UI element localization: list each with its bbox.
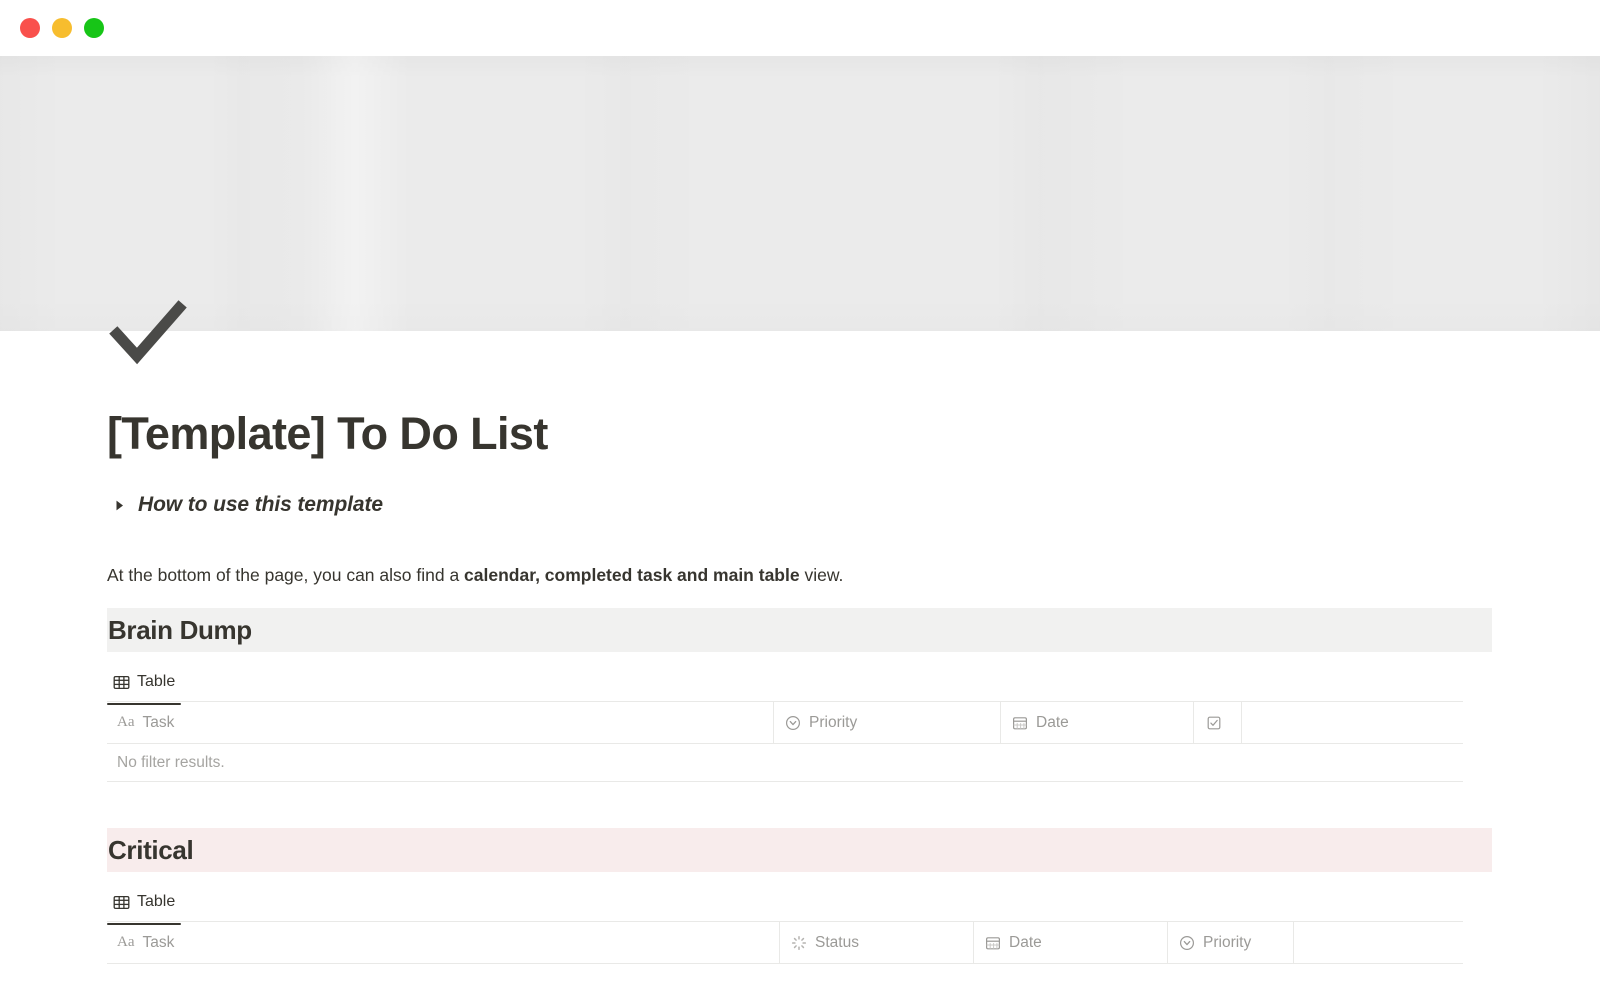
table-grid-icon [112, 673, 130, 691]
paragraph-tail: view. [799, 565, 844, 585]
column-header-task[interactable]: Aa Task [107, 922, 780, 963]
column-header-date[interactable]: Date [1001, 702, 1194, 743]
column-header-status[interactable]: Status [780, 922, 974, 963]
table-brain-dump: Aa Task Priority Date No filter results. [107, 701, 1463, 782]
column-header-label: Date [1036, 713, 1069, 731]
column-header-priority[interactable]: Priority [774, 702, 1001, 743]
calendar-icon [984, 934, 1001, 951]
window-titlebar [0, 0, 1600, 56]
column-header-checkbox[interactable] [1194, 702, 1242, 743]
maximize-window-button[interactable] [84, 18, 104, 38]
column-header-empty[interactable] [1294, 922, 1463, 963]
table-header-row: Aa Task Priority Date [107, 702, 1463, 744]
select-chevron-circle-icon [784, 714, 801, 731]
column-header-task[interactable]: Aa Task [107, 702, 774, 743]
checkbox-icon [1205, 714, 1222, 731]
page-body: [Template] To Do List How to use this te… [0, 56, 1600, 1000]
column-header-label: Status [815, 933, 859, 951]
table-empty-state-brain-dump: No filter results. [107, 744, 1463, 782]
column-header-date[interactable]: Date [974, 922, 1168, 963]
toggle-label: How to use this template [138, 493, 383, 516]
table-header-row: Aa Task Status Date Priority [107, 922, 1463, 964]
checkmark-icon[interactable] [107, 294, 189, 376]
column-header-label: Date [1009, 933, 1042, 951]
triangle-right-icon[interactable] [108, 494, 130, 516]
paragraph-bold: calendar, completed task and main table [464, 565, 800, 585]
column-header-label: Priority [1203, 933, 1252, 951]
column-header-label: Task [142, 713, 175, 731]
text-aa-icon: Aa [117, 714, 135, 730]
traffic-light-controls [20, 18, 104, 38]
column-header-label: Task [142, 933, 175, 951]
section-title: Brain Dump [108, 615, 252, 645]
section-heading-brain-dump: Brain Dump [107, 608, 1492, 652]
table-grid-icon [112, 893, 130, 911]
table-critical: Aa Task Status Date Priority [107, 921, 1463, 964]
close-window-button[interactable] [20, 18, 40, 38]
section-heading-critical: Critical [107, 828, 1492, 872]
column-header-empty[interactable] [1242, 702, 1463, 743]
minimize-window-button[interactable] [52, 18, 72, 38]
database-view-tabs-brain-dump: Table [107, 664, 182, 705]
section-title: Critical [108, 835, 194, 865]
database-view-tabs-critical: Table [107, 884, 182, 925]
toggle-how-to-use-this-template[interactable]: How to use this template [108, 490, 383, 520]
paragraph-lead: At the bottom of the page, you can also … [107, 565, 465, 585]
tab-table-brain-dump[interactable]: Table [107, 664, 182, 705]
empty-state-label: No filter results. [117, 753, 225, 771]
tab-table-critical[interactable]: Table [107, 884, 182, 925]
column-header-priority[interactable]: Priority [1168, 922, 1294, 963]
column-header-label: Priority [809, 713, 858, 731]
text-aa-icon: Aa [117, 934, 135, 950]
select-chevron-circle-icon [1178, 934, 1195, 951]
tab-label: Table [137, 893, 176, 910]
tab-label: Table [137, 673, 176, 690]
status-spinner-icon [790, 934, 807, 951]
page-title[interactable]: [Template] To Do List [107, 408, 548, 460]
intro-paragraph: At the bottom of the page, you can also … [107, 562, 843, 588]
calendar-icon [1011, 714, 1028, 731]
app-window: [Template] To Do List How to use this te… [0, 0, 1600, 1000]
